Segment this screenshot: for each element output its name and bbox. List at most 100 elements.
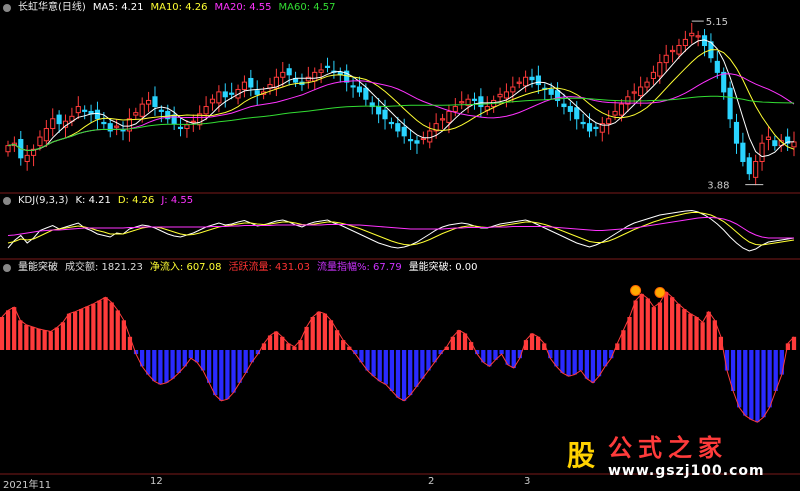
candle-body: [644, 81, 650, 88]
histogram-bar: [426, 350, 431, 371]
histogram-bar: [371, 350, 376, 377]
histogram-bar: [0, 317, 5, 350]
histogram-bar: [414, 350, 419, 387]
candle-body: [56, 114, 62, 125]
panel2-item: D: 4.26: [117, 195, 155, 206]
candle-body: [670, 49, 676, 53]
histogram-bar: [213, 350, 218, 396]
candle-body: [733, 121, 740, 144]
candle-body: [759, 142, 765, 162]
panel3-item: 量能突破: 0.00: [408, 262, 478, 273]
candle-body: [382, 109, 388, 120]
candle-body: [75, 106, 81, 114]
candle-body: [184, 124, 190, 130]
candle-body: [401, 126, 407, 137]
candle-body: [503, 91, 510, 99]
histogram-bar: [572, 350, 577, 375]
panel-menu-icon[interactable]: [3, 197, 11, 205]
candle-body: [254, 90, 260, 95]
candle-body: [152, 96, 158, 108]
histogram-bar: [365, 350, 370, 371]
candle-body: [714, 60, 720, 73]
candle-body: [548, 88, 554, 95]
histogram-bar: [158, 350, 163, 385]
candle-body: [101, 121, 107, 125]
histogram-bar: [694, 317, 699, 350]
candle-body: [791, 141, 797, 148]
candle-body: [356, 86, 363, 93]
high-price-label: 5.15: [706, 17, 728, 28]
histogram-bar: [737, 350, 742, 408]
candle-body: [222, 91, 228, 98]
histogram-bar: [676, 303, 681, 350]
histogram-bar: [274, 331, 279, 350]
candle-body: [427, 130, 433, 143]
histogram-bar: [627, 317, 632, 350]
stock-chart: 5.15 3.88: [0, 17, 800, 475]
histogram-bar: [30, 326, 35, 350]
candle-body: [593, 126, 599, 130]
panel-menu-icon[interactable]: [3, 264, 11, 272]
candle-body: [535, 75, 541, 86]
panel1-item: MA10: 4.26: [150, 2, 208, 13]
panel2-item: K: 4.21: [75, 195, 111, 206]
candle-body: [324, 65, 331, 68]
histogram-bar: [24, 324, 29, 350]
histogram-bar: [633, 300, 638, 350]
panel1-item: MA5: 4.21: [92, 2, 144, 13]
candle-body: [318, 69, 324, 73]
candle-body: [280, 71, 286, 78]
watermark-url: www.gszj100.com: [608, 463, 765, 479]
ma10-line: [7, 49, 795, 152]
ma60-line: [7, 95, 795, 152]
histogram-bar: [755, 350, 760, 423]
histogram-bar: [207, 350, 212, 383]
candle-body: [146, 99, 152, 105]
candle-body: [209, 98, 216, 104]
histogram-bar: [706, 311, 711, 350]
candle-body: [606, 118, 612, 125]
candle-body: [395, 123, 401, 132]
candle-body: [689, 32, 695, 37]
panel-menu-icon[interactable]: [3, 4, 11, 12]
candle-body: [638, 86, 644, 97]
histogram-bar: [389, 350, 395, 391]
histogram-bar: [72, 311, 78, 350]
histogram-bar: [761, 350, 766, 418]
histogram-bar: [529, 333, 535, 350]
x-tick-label: 3: [524, 476, 531, 487]
histogram-bar: [231, 350, 236, 393]
candle-body: [459, 101, 465, 104]
histogram-bar: [383, 350, 388, 385]
panel3-item: 流量指幅%: 67.79: [317, 262, 402, 273]
candle-body: [203, 106, 209, 115]
panel1-title: 长虹华意(日线): [18, 2, 86, 13]
histogram-bar: [578, 350, 583, 371]
breakout-signal-icon: [630, 285, 642, 296]
histogram-bar: [152, 350, 157, 382]
histogram-bar: [663, 291, 669, 350]
histogram-bar: [170, 350, 175, 379]
candle-body: [727, 87, 733, 120]
candle-body: [446, 110, 452, 123]
candle-body: [721, 71, 727, 93]
candle-body: [574, 107, 580, 120]
candle-body: [586, 123, 593, 132]
histogram-bar: [219, 350, 224, 401]
candle-body: [190, 120, 196, 123]
panel3-item: 成交额: 1821.23: [65, 262, 143, 273]
candle-body: [510, 86, 516, 93]
breakout-signal-icon: [654, 286, 666, 298]
candle-body: [765, 136, 772, 141]
histogram-bar: [700, 322, 705, 350]
candle-body: [24, 154, 30, 162]
histogram-bar: [176, 350, 181, 373]
candle-body: [650, 71, 656, 79]
candle-body: [657, 62, 663, 77]
histogram-bar: [743, 350, 748, 416]
ma5-line: [7, 39, 795, 158]
histogram-bar: [670, 297, 675, 350]
candle-body: [740, 142, 746, 162]
histogram-bar: [584, 350, 589, 379]
histogram-bar: [12, 307, 17, 350]
